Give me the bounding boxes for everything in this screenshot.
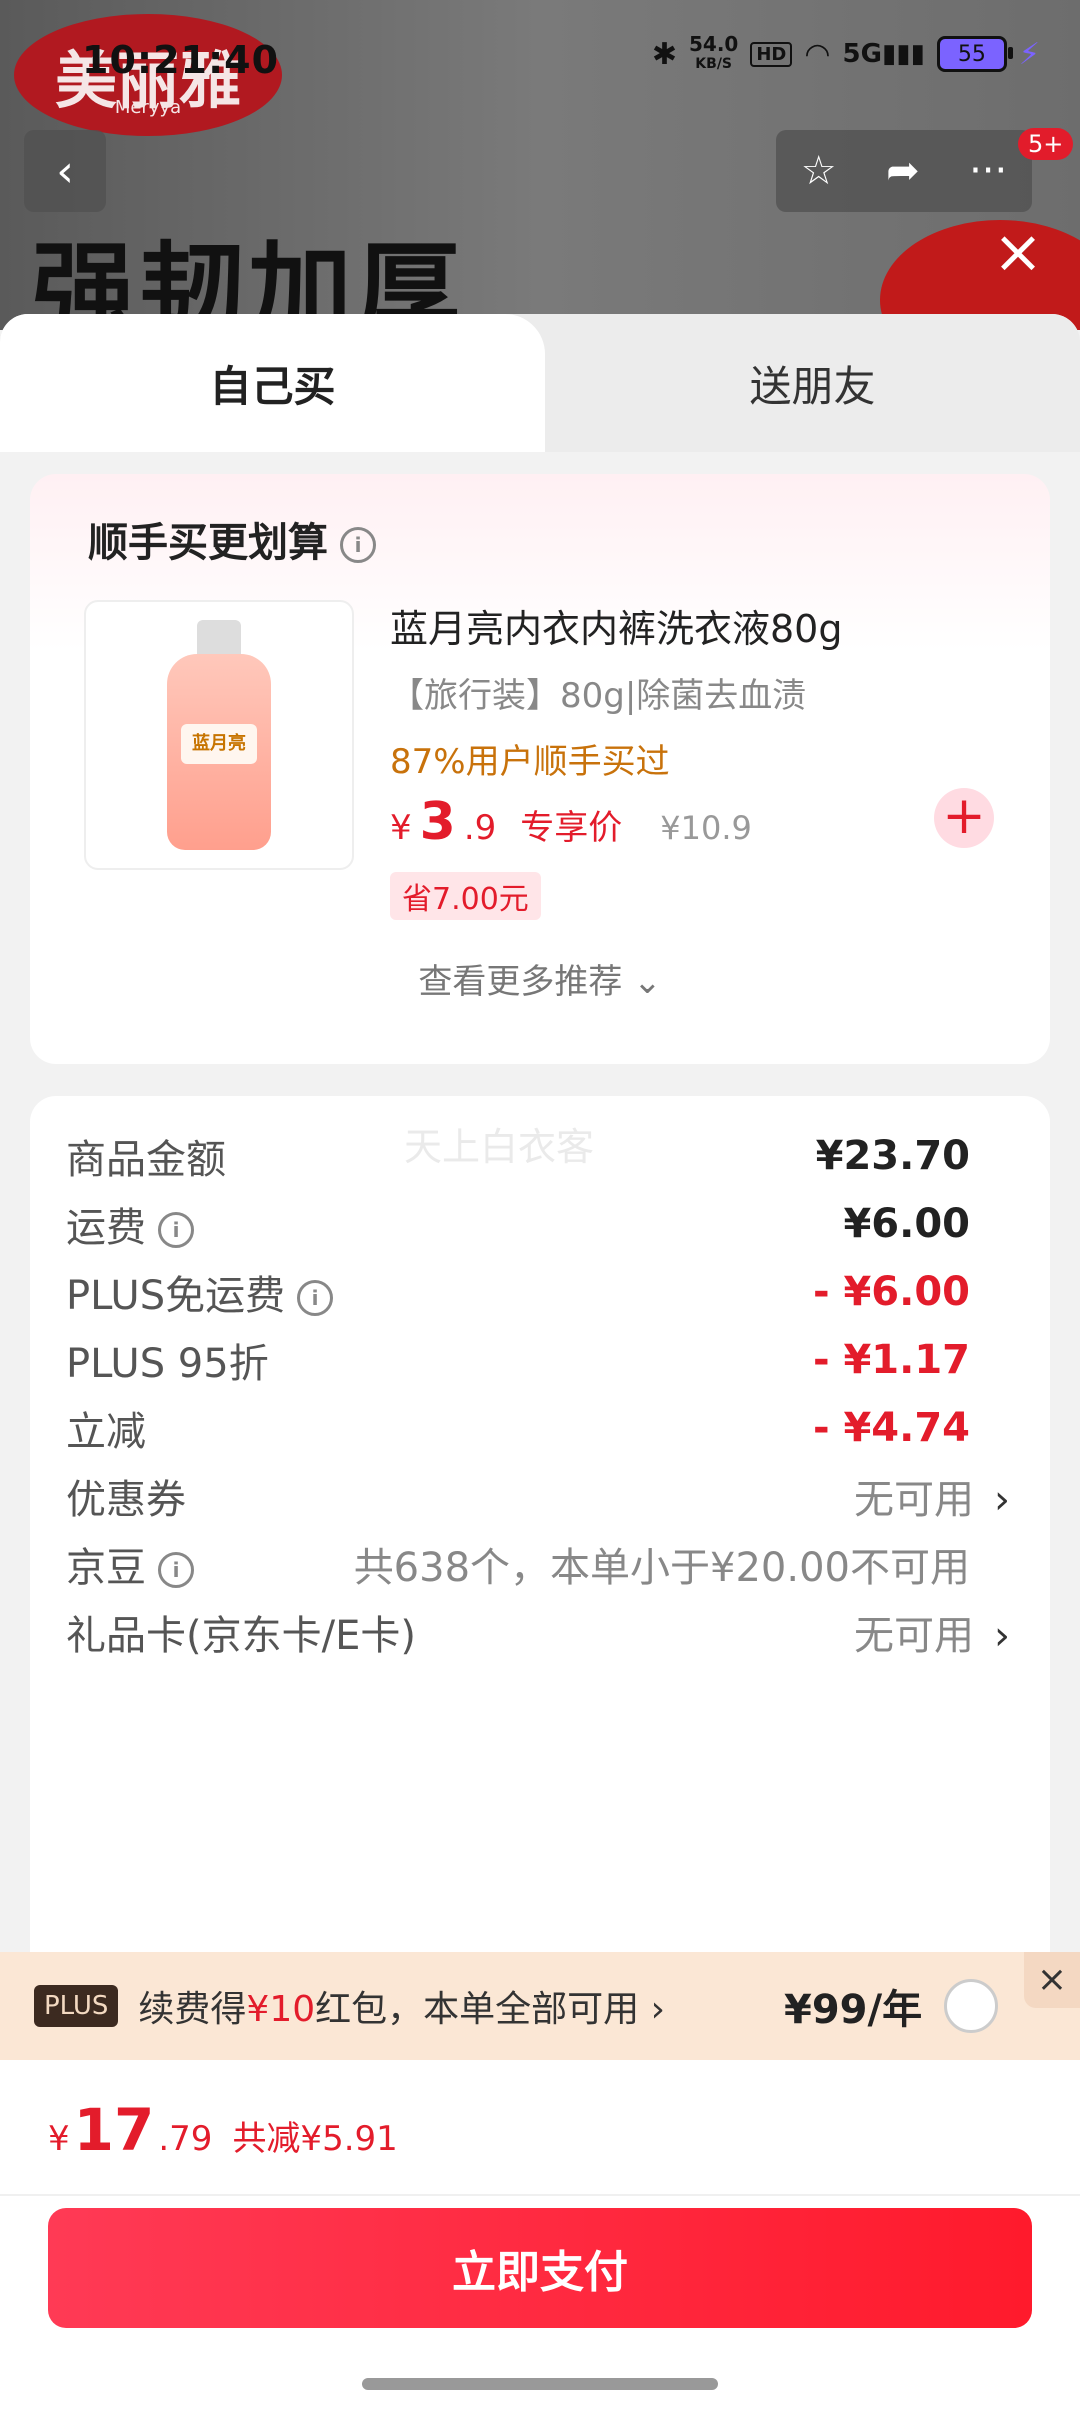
banner-text: 强韧加厚 (32, 230, 465, 330)
tab-gift-friend[interactable]: 送朋友 (545, 314, 1080, 452)
info-icon[interactable]: i (158, 1212, 194, 1248)
back-button[interactable]: ‹ (24, 130, 106, 212)
detergent-bottle-image: 蓝月亮 (159, 620, 279, 850)
plus-offer-text: 续费得¥10红包，本单全部可用 › (138, 1989, 665, 2030)
notification-badge: 5+ (1018, 128, 1074, 160)
total-discount: 共减¥5.91 (232, 2119, 398, 2159)
status-icons: ✱ 54.0 KB/S HD ◠ 5G▮▮▮ 55 ⚡ (652, 34, 1040, 74)
info-icon[interactable]: i (158, 1552, 194, 1588)
net-speed: 54.0 KB/S (688, 32, 739, 72)
more-recommendations-link[interactable]: 查看更多推荐 ⌄ (30, 954, 1050, 1003)
product-image[interactable]: 蓝月亮 (84, 600, 354, 870)
chevron-right-icon: › (994, 1477, 1010, 1523)
home-indicator[interactable] (362, 2378, 718, 2390)
plus-price: ¥99/年 (784, 1987, 923, 2033)
payment-bar: ¥17.79 共减¥5.91 立即支付 (0, 2060, 1080, 2412)
tab-self-buy[interactable]: 自己买 (0, 314, 545, 452)
share-icon[interactable]: ➦ (886, 148, 920, 194)
original-price: ¥10.9 (660, 809, 752, 847)
product-bought-stat: 87%用户顺手买过 (390, 742, 670, 782)
order-summary-card: 天上白衣客 商品金额 ¥23.70 运费 i ¥6.00 PLUS免运费 i - ¥6… (30, 1096, 1050, 2096)
status-time: 10:21:40 (82, 38, 280, 82)
product-price: ¥3.9 专享价 ¥10.9 (390, 792, 752, 852)
chevron-left-icon: ‹ (56, 145, 74, 197)
charging-icon: ⚡ (1018, 36, 1040, 72)
plus-select-radio[interactable] (944, 1979, 998, 2033)
close-icon[interactable]: × (1024, 1952, 1080, 2008)
info-icon[interactable]: i (340, 527, 376, 563)
plus-renewal-banner[interactable]: PLUS 续费得¥10红包，本单全部可用 › ¥99/年 × (0, 1952, 1080, 2060)
recommendation-title: 顺手买更划算 i (88, 510, 376, 568)
top-actions: ☆ ➦ ··· (776, 130, 1032, 212)
close-icon[interactable]: × (988, 222, 1048, 282)
pay-now-button[interactable]: 立即支付 (48, 2208, 1032, 2328)
total-price: ¥17.79 共减¥5.91 (48, 2096, 398, 2164)
favorite-star-icon[interactable]: ☆ (801, 148, 837, 194)
plus-badge: PLUS (34, 1985, 119, 2027)
bluetooth-icon: ✱ (651, 36, 677, 72)
info-icon[interactable]: i (297, 1280, 334, 1316)
battery-icon: 55 (936, 36, 1013, 72)
product-description: 【旅行装】80g|除菌去血渍 (390, 676, 807, 716)
hd-badge: HD (750, 41, 793, 67)
chevron-right-icon: › (994, 1613, 1010, 1659)
summary-row-gift-card[interactable]: 礼品卡(京东卡/E卡) 无可用 › (66, 1592, 1010, 1672)
add-to-order-button[interactable]: + (934, 788, 994, 848)
recommendation-card: 顺手买更划算 i 蓝月亮 蓝月亮内衣内裤洗衣液80g 【旅行装】80g|除菌去血渍… (30, 474, 1050, 1064)
more-icon[interactable]: ··· (969, 148, 1007, 194)
status-bar: 10:21:40 ✱ 54.0 KB/S HD ◠ 5G▮▮▮ 55 ⚡ (0, 0, 1080, 120)
signal-icon: 5G▮▮▮ (842, 39, 925, 69)
divider (0, 2194, 1080, 2196)
purchase-tabs: 自己买 送朋友 (0, 314, 1080, 452)
wifi-icon: ◠ (804, 36, 831, 72)
save-badge: 省7.00元 (390, 872, 541, 920)
product-name[interactable]: 蓝月亮内衣内裤洗衣液80g (390, 598, 842, 653)
